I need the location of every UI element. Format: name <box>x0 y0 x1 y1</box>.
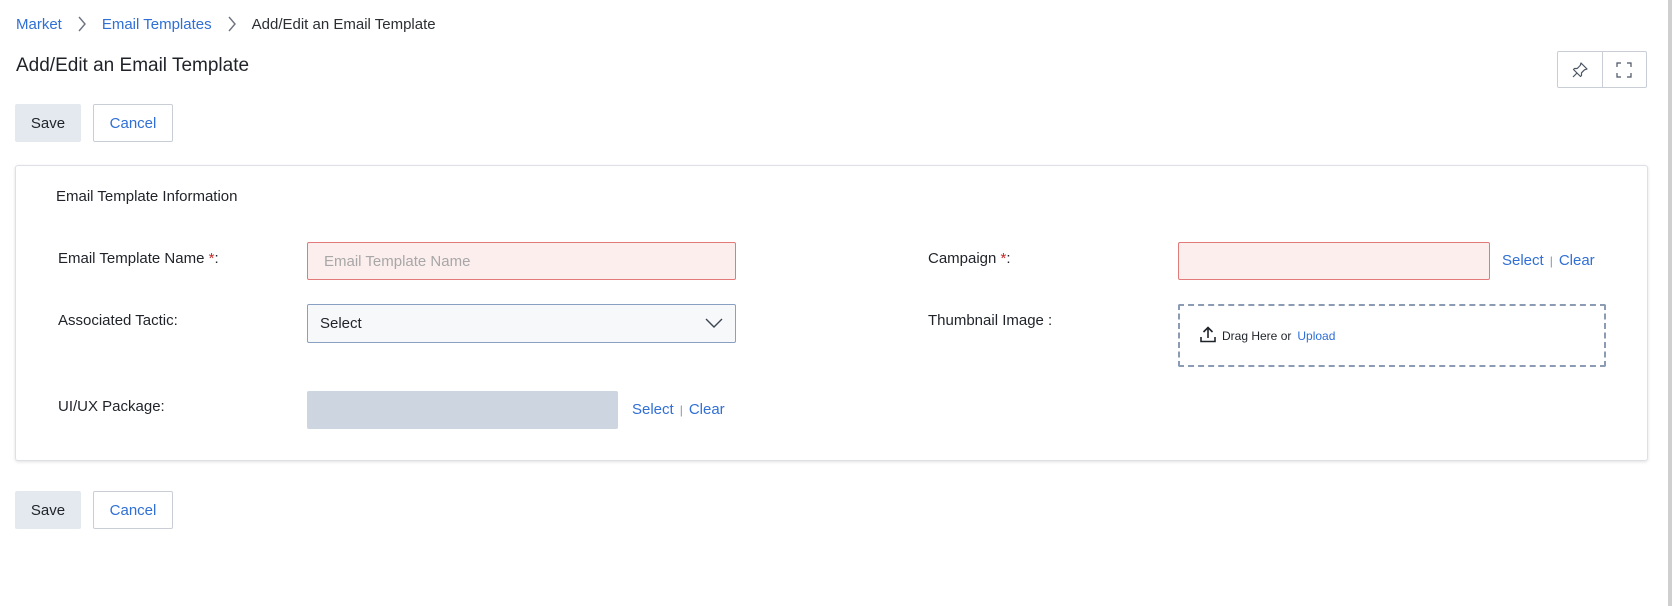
upload-link[interactable]: Upload <box>1297 329 1335 343</box>
breadcrumb: Market Email Templates Add/Edit an Email… <box>16 15 436 33</box>
breadcrumb-market-link[interactable]: Market <box>16 16 62 33</box>
cancel-button[interactable]: Cancel <box>93 491 173 529</box>
uiux-package-clear-link[interactable]: Clear <box>689 401 725 418</box>
upload-icon <box>1200 325 1216 346</box>
associated-tactic-select[interactable]: Select <box>307 304 736 343</box>
pin-icon[interactable] <box>1558 52 1602 87</box>
save-button[interactable]: Save <box>15 104 81 142</box>
page-title: Add/Edit an Email Template <box>16 55 250 76</box>
drag-here-text: Drag Here or <box>1222 328 1292 343</box>
chevron-right-icon <box>62 15 102 33</box>
divider: | <box>1549 253 1553 268</box>
view-controls <box>1557 51 1647 88</box>
save-button[interactable]: Save <box>15 491 81 529</box>
fullscreen-icon[interactable] <box>1601 52 1647 87</box>
thumbnail-image-label: Thumbnail Image : <box>928 312 1053 329</box>
page-scrollbar[interactable] <box>1668 0 1672 606</box>
campaign-select-link[interactable]: Select <box>1502 252 1544 269</box>
email-template-info-card: Email Template Information Email Templat… <box>15 165 1648 461</box>
uiux-package-input <box>307 391 618 429</box>
campaign-clear-link[interactable]: Clear <box>1559 252 1595 269</box>
uiux-package-select-link[interactable]: Select <box>632 401 674 418</box>
uiux-package-actions: Select | Clear <box>632 401 725 418</box>
campaign-input[interactable] <box>1178 242 1490 280</box>
bottom-actions: Save Cancel <box>15 491 173 529</box>
breadcrumb-email-templates-link[interactable]: Email Templates <box>102 16 212 33</box>
email-template-name-input[interactable] <box>307 242 736 280</box>
associated-tactic-label: Associated Tactic: <box>58 312 178 329</box>
campaign-label: Campaign *: <box>928 250 1011 267</box>
associated-tactic-value: Select <box>320 315 362 332</box>
thumbnail-dropzone[interactable]: Drag Here or Upload <box>1178 304 1606 367</box>
chevron-down-icon <box>705 315 723 332</box>
cancel-button[interactable]: Cancel <box>93 104 173 142</box>
email-template-name-label: Email Template Name *: <box>58 250 219 267</box>
uiux-package-label: UI/UX Package: <box>58 398 165 415</box>
section-title: Email Template Information <box>56 188 238 205</box>
top-actions: Save Cancel <box>15 104 173 142</box>
divider: | <box>679 402 683 417</box>
breadcrumb-current: Add/Edit an Email Template <box>251 15 436 33</box>
chevron-right-icon <box>212 15 252 33</box>
campaign-actions: Select | Clear <box>1502 252 1595 269</box>
